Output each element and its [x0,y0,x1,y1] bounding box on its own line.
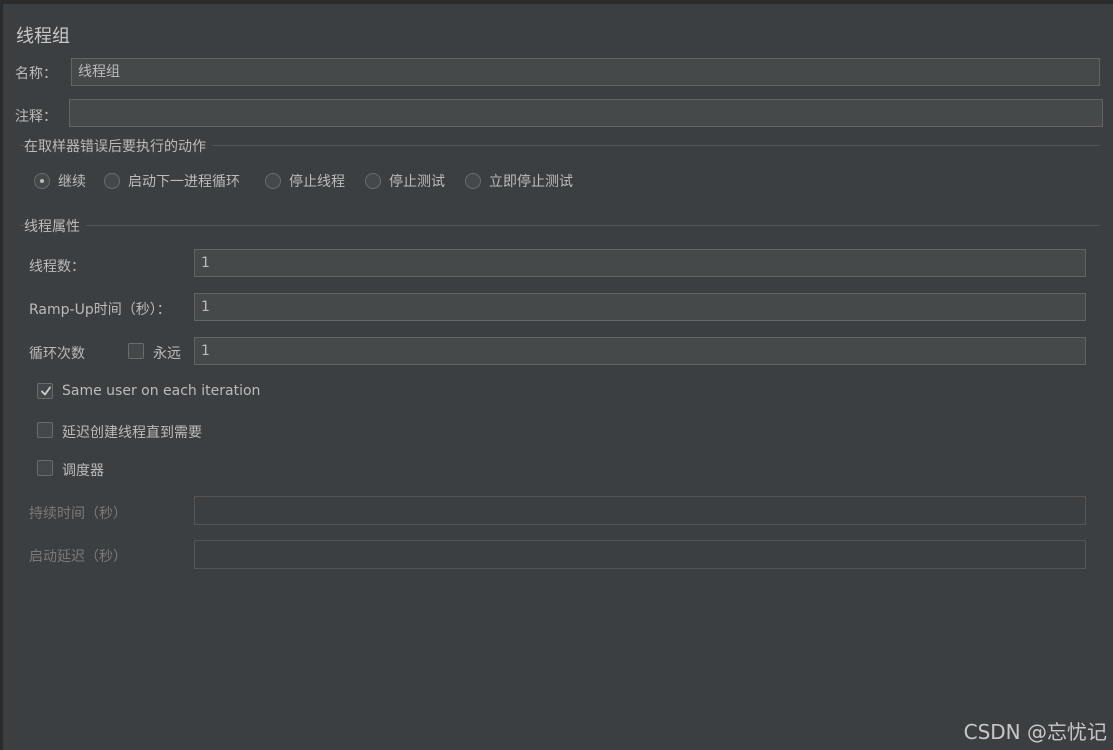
radio-continue[interactable]: 继续 [34,170,86,192]
ramp-up-label: Ramp-Up时间（秒）： [29,302,171,318]
radio-start-next-loop-circle[interactable] [104,173,120,189]
delay-create-label[interactable]: 延迟创建线程直到需要 [62,422,202,442]
radio-stop-thread[interactable]: 停止线程 [265,170,345,192]
same-user-label[interactable]: Same user on each iteration [62,383,260,399]
radio-stop-thread-circle[interactable] [265,173,281,189]
radio-stop-test-now-label[interactable]: 立即停止测试 [489,171,573,191]
same-user-checkbox[interactable] [37,383,53,399]
radio-stop-test[interactable]: 停止测试 [365,170,445,192]
radio-stop-test-now[interactable]: 立即停止测试 [465,170,573,192]
duration-label: 持续时间（秒） [29,506,127,522]
duration-input[interactable] [194,496,1086,525]
radio-start-next-loop-label[interactable]: 启动下一进程循环 [128,171,240,191]
loop-forever-checkbox[interactable] [128,343,144,359]
radio-stop-test-label[interactable]: 停止测试 [389,171,445,191]
radio-stop-test-circle[interactable] [365,173,381,189]
name-label: 名称： [15,66,57,82]
checkmark-icon [41,386,51,396]
watermark-text: CSDN @忘忧记 [963,720,1107,744]
loop-count-label: 循环次数 [29,346,85,362]
startup-delay-label: 启动延迟（秒） [29,549,127,565]
thread-props-separator [20,225,1100,226]
comment-input[interactable] [69,99,1103,127]
loop-count-input[interactable]: 1 [194,337,1086,365]
scheduler-checkbox[interactable] [37,460,53,476]
name-input[interactable]: 线程组 [71,58,1100,86]
thread-props-title: 线程属性 [24,216,86,236]
scheduler-label[interactable]: 调度器 [62,460,104,480]
window-left-border [0,0,3,750]
radio-stop-thread-label[interactable]: 停止线程 [289,171,345,191]
window-top-border [0,0,1113,4]
ramp-up-input[interactable]: 1 [194,293,1086,321]
num-threads-input[interactable]: 1 [194,249,1086,277]
comment-label: 注释： [15,109,57,125]
panel-title: 线程组 [16,26,70,47]
startup-delay-input[interactable] [194,540,1086,569]
num-threads-label: 线程数： [29,259,85,275]
radio-start-next-loop[interactable]: 启动下一进程循环 [104,170,240,192]
loop-forever-label[interactable]: 永远 [153,343,181,363]
error-action-title: 在取样器错误后要执行的动作 [24,136,212,156]
radio-continue-label[interactable]: 继续 [58,171,86,191]
radio-continue-circle[interactable] [34,173,50,189]
delay-create-checkbox[interactable] [37,422,53,438]
radio-stop-test-now-circle[interactable] [465,173,481,189]
